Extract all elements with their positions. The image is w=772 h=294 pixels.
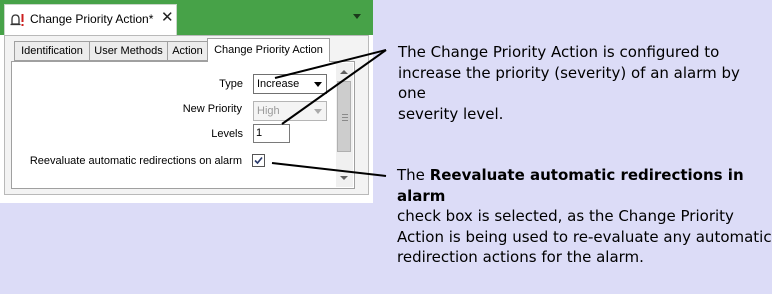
callout-2-prefix: The (397, 166, 425, 184)
callout-reevaluate: The Reevaluate automatic redirections in… (397, 165, 772, 268)
callout-1-line-3: severity level. (398, 104, 504, 123)
callout-1-line-2: increase the priority (severity) of an a… (398, 63, 740, 103)
callout-2-line-2: check box is selected, as the Change Pri… (397, 207, 734, 225)
callout-2-line-1: The Reevaluate automatic redirections in… (397, 165, 772, 206)
tab-change-priority-action[interactable]: Change Priority Action (207, 38, 330, 62)
callout-1-line-1: The Change Priority Action is configured… (398, 43, 720, 61)
callout-2-bold: Reevaluate automatic redirections in ala… (397, 166, 744, 205)
callout-2-line-4: redirection actions for the alarm. (397, 248, 644, 266)
callout-line-checkbox (271, 162, 387, 177)
callout-2-line-3: Action is being used to re-evaluate any … (397, 227, 772, 246)
callout-type-levels: The Change Priority Action is configured… (398, 42, 772, 124)
